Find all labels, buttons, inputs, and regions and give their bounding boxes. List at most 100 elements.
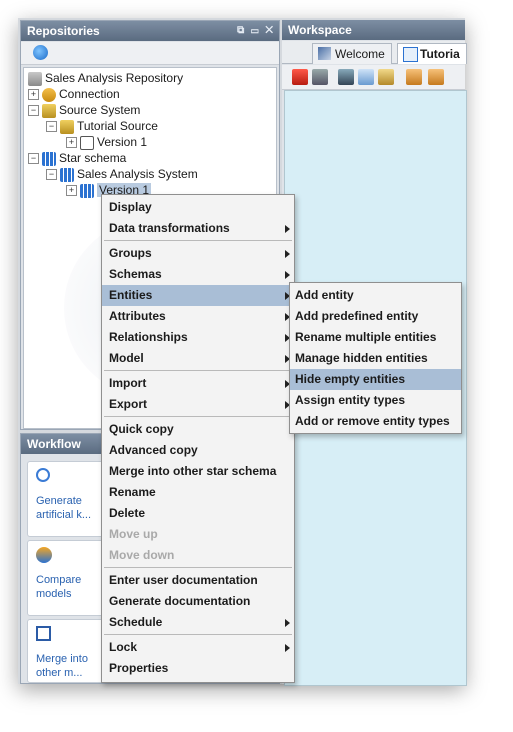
menu-label: Move down bbox=[109, 548, 175, 562]
menu-label: Generate documentation bbox=[109, 594, 251, 608]
menu-label: Display bbox=[109, 200, 152, 214]
merge-icon bbox=[36, 626, 51, 641]
tab-welcome[interactable]: Welcome bbox=[312, 43, 392, 64]
menu-label: Entities bbox=[109, 288, 153, 302]
menu-item-rename[interactable]: Rename bbox=[102, 482, 294, 503]
menu-item-generate-documentation[interactable]: Generate documentation bbox=[102, 591, 294, 612]
refresh-icon[interactable] bbox=[33, 45, 48, 60]
menu-item-schedule[interactable]: Schedule bbox=[102, 612, 294, 633]
tree-node-repository[interactable]: Sales Analysis Repository bbox=[28, 70, 183, 86]
menu-label: Add predefined entity bbox=[295, 309, 419, 323]
menu-item-advanced-copy[interactable]: Advanced copy bbox=[102, 440, 294, 461]
menu-label: Delete bbox=[109, 506, 146, 520]
source-icon bbox=[60, 119, 74, 134]
menu-separator bbox=[104, 416, 292, 417]
menu-item-groups[interactable]: Groups bbox=[102, 243, 294, 264]
print-icon[interactable] bbox=[312, 69, 328, 85]
tree-node-tutorial-source[interactable]: − Tutorial Source bbox=[46, 118, 158, 134]
menu-label: Properties bbox=[109, 661, 169, 675]
submenu-item-add-entity[interactable]: Add entity bbox=[290, 285, 461, 306]
menu-label: Data transformations bbox=[109, 221, 230, 235]
hand-icon[interactable] bbox=[406, 69, 422, 85]
workspace-title-bar: Workspace bbox=[282, 20, 465, 40]
menu-label: Add entity bbox=[295, 288, 354, 302]
repositories-title-bar: Repositories ⧉ ▭ ✕ bbox=[21, 21, 279, 41]
tree-node-label: Sales Analysis System bbox=[77, 167, 198, 181]
expand-icon[interactable]: + bbox=[28, 89, 39, 101]
workflow-card-generate[interactable]: Generate artificial k... bbox=[27, 461, 105, 537]
menu-label: Enter user documentation bbox=[109, 573, 258, 587]
submenu-item-add-remove-entity-types[interactable]: Add or remove entity types bbox=[290, 411, 461, 432]
tree-node-label: Version 1 bbox=[97, 135, 148, 149]
workspace-title: Workspace bbox=[288, 23, 352, 37]
tab-tutorial[interactable]: Tutoria bbox=[397, 43, 467, 64]
workflow-card-label: Merge into other m... bbox=[36, 653, 88, 679]
menu-item-import[interactable]: Import bbox=[102, 373, 294, 394]
collapse-icon[interactable]: − bbox=[28, 153, 39, 165]
tree-node-connection[interactable]: + Connection bbox=[28, 86, 120, 102]
repository-icon bbox=[28, 71, 42, 86]
menu-item-data-transformations[interactable]: Data transformations bbox=[102, 218, 294, 239]
menu-label: Merge into other star schema bbox=[109, 464, 277, 478]
menu-label: Manage hidden entities bbox=[295, 351, 428, 365]
workflow-title: Workflow bbox=[27, 437, 81, 451]
menu-item-properties[interactable]: Properties bbox=[102, 658, 294, 679]
tree-node-sales-analysis-system[interactable]: − Sales Analysis System bbox=[46, 166, 198, 182]
menu-label: Rename multiple entities bbox=[295, 330, 437, 344]
menu-separator bbox=[104, 370, 292, 371]
tree-node-star-schema[interactable]: − Star schema bbox=[28, 150, 126, 166]
submenu-item-assign-entity-types[interactable]: Assign entity types bbox=[290, 390, 461, 411]
workspace-tabs: Welcome Tutoria bbox=[282, 41, 467, 64]
tab-label: Tutoria bbox=[420, 47, 460, 61]
submenu-item-hide-empty-entities[interactable]: Hide empty entities bbox=[290, 369, 461, 390]
menu-label: Assign entity types bbox=[295, 393, 406, 407]
cut-icon[interactable] bbox=[338, 69, 354, 85]
grab-icon[interactable] bbox=[428, 69, 444, 85]
collapse-icon[interactable]: − bbox=[28, 105, 39, 117]
submenu-arrow-icon bbox=[285, 225, 290, 233]
menu-item-schemas[interactable]: Schemas bbox=[102, 264, 294, 285]
menu-item-display[interactable]: Display bbox=[102, 197, 294, 218]
menu-item-merge[interactable]: Merge into other star schema bbox=[102, 461, 294, 482]
version-icon bbox=[80, 135, 94, 150]
menu-item-attributes[interactable]: Attributes bbox=[102, 306, 294, 327]
workflow-card-compare[interactable]: Compare models bbox=[27, 540, 105, 616]
menu-item-delete[interactable]: Delete bbox=[102, 503, 294, 524]
menu-label: Attributes bbox=[109, 309, 166, 323]
menu-item-lock[interactable]: Lock bbox=[102, 637, 294, 658]
menu-item-entities[interactable]: Entities bbox=[102, 285, 294, 306]
menu-item-move-up: Move up bbox=[102, 524, 294, 545]
source-system-icon bbox=[42, 103, 56, 118]
submenu-item-add-predefined-entity[interactable]: Add predefined entity bbox=[290, 306, 461, 327]
submenu-item-rename-multiple-entities[interactable]: Rename multiple entities bbox=[290, 327, 461, 348]
collapse-icon[interactable]: − bbox=[46, 121, 57, 133]
menu-separator bbox=[104, 634, 292, 635]
tree-node-source-version[interactable]: + Version 1 bbox=[66, 134, 147, 150]
menu-label: Export bbox=[109, 397, 148, 411]
tree-node-source-system[interactable]: − Source System bbox=[28, 102, 140, 118]
menu-item-relationships[interactable]: Relationships bbox=[102, 327, 294, 348]
menu-label: Quick copy bbox=[109, 422, 174, 436]
copy-icon[interactable] bbox=[358, 69, 374, 85]
panel-window-buttons[interactable]: ⧉ ▭ ✕ bbox=[237, 21, 275, 41]
diagram-icon bbox=[403, 47, 418, 62]
menu-item-model[interactable]: Model bbox=[102, 348, 294, 369]
menu-label: Groups bbox=[109, 246, 152, 260]
welcome-icon bbox=[318, 47, 331, 60]
menu-label: Move up bbox=[109, 527, 158, 541]
pdf-icon[interactable] bbox=[292, 69, 308, 85]
submenu-item-manage-hidden-entities[interactable]: Manage hidden entities bbox=[290, 348, 461, 369]
menu-item-export[interactable]: Export bbox=[102, 394, 294, 415]
collapse-icon[interactable]: − bbox=[46, 169, 57, 181]
tab-label: Welcome bbox=[335, 47, 385, 61]
paste-icon[interactable] bbox=[378, 69, 394, 85]
submenu-arrow-icon bbox=[285, 619, 290, 627]
expand-icon[interactable]: + bbox=[66, 185, 77, 197]
tree-node-label: Star schema bbox=[59, 151, 127, 165]
menu-item-enter-user-documentation[interactable]: Enter user documentation bbox=[102, 570, 294, 591]
menu-item-move-down: Move down bbox=[102, 545, 294, 566]
expand-icon[interactable]: + bbox=[66, 137, 77, 149]
menu-item-quick-copy[interactable]: Quick copy bbox=[102, 419, 294, 440]
workflow-card-merge[interactable]: Merge into other m... bbox=[27, 619, 105, 683]
repositories-toolbar bbox=[21, 42, 279, 65]
